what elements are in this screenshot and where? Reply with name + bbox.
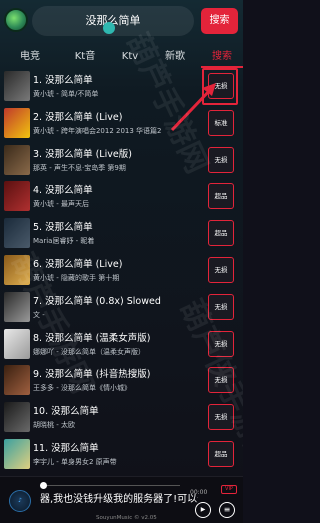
- quality-badge[interactable]: 无损: [208, 330, 234, 357]
- now-playing-marquee: 器,我也没钱升级我的服务器了!可以分享: [40, 494, 198, 505]
- quality-badge[interactable]: 无损: [208, 404, 234, 431]
- song-row[interactable]: 3. 没那么简单 (Live版) 那英 - 声生不息·宝岛季 第9期 无损: [0, 142, 243, 179]
- song-artist-album: 娜娜吖 - 没那么简单（温柔女声版）: [33, 347, 145, 356]
- song-title: 3. 没那么简单 (Live版): [33, 148, 132, 160]
- quality-badge[interactable]: 超品: [208, 183, 234, 210]
- quality-badge[interactable]: 超品: [208, 220, 234, 247]
- app-version: SouyunMusic © v2.05: [96, 515, 157, 521]
- album-cover: [4, 107, 30, 138]
- music-app: 搜索 电竞 Kt音 Ktv 新歌 搜索 1. 没那么简单 黄小琥 - 简单/不简…: [0, 0, 243, 523]
- tab-search[interactable]: 搜索: [201, 46, 243, 68]
- progress-handle[interactable]: [40, 482, 47, 489]
- song-title: 9. 没那么简单 (抖音热搜版): [33, 369, 151, 381]
- menu-icon[interactable]: ≡: [219, 502, 235, 518]
- app-logo-icon[interactable]: [4, 8, 28, 32]
- song-artist-album: 黄小琥 - 隐藏的歌手 第十期: [33, 273, 120, 282]
- album-cover: [4, 254, 30, 285]
- album-cover: [4, 291, 30, 322]
- playback-time: 00:00: [190, 489, 208, 496]
- search-cursor-handle: [103, 22, 115, 34]
- album-cover: [4, 71, 30, 101]
- album-cover: [4, 438, 30, 469]
- song-row[interactable]: 8. 没那么简单 (温柔女声版) 娜娜吖 - 没那么简单（温柔女声版） 无损: [0, 326, 243, 363]
- album-cover: [4, 144, 30, 175]
- search-button[interactable]: 搜索: [201, 8, 238, 34]
- song-row[interactable]: 4. 没那么简单 黄小琥 - 最声天后 超品: [0, 178, 243, 215]
- song-title: 4. 没那么简单: [33, 185, 93, 197]
- song-row[interactable]: 10. 没那么简单 胡晓桃 - 太欧 无损: [0, 399, 243, 436]
- tab-new-songs[interactable]: 新歌: [150, 46, 200, 68]
- song-title: 8. 没那么简单 (温柔女声版): [33, 332, 151, 344]
- song-row[interactable]: 5. 没那么简单 Maria居睿妤 - 昵着 超品: [0, 215, 243, 252]
- song-title: 6. 没那么简单 (Live): [33, 258, 123, 270]
- progress-bar[interactable]: [40, 485, 180, 486]
- song-row[interactable]: 9. 没那么简单 (抖音热搜版) 王多多 - 没那么简单《情小城》 无损: [0, 362, 243, 399]
- album-cover: [4, 365, 30, 396]
- album-cover: [4, 402, 30, 433]
- album-cover: [4, 181, 30, 212]
- song-artist-album: 王多多 - 没那么简单《情小城》: [33, 384, 131, 393]
- header: 搜索: [0, 0, 243, 40]
- song-artist-album: Maria居睿妤 - 昵着: [33, 237, 95, 246]
- song-title: 10. 没那么简单: [33, 406, 99, 418]
- quality-badge[interactable]: 无损: [208, 256, 234, 283]
- tab-music[interactable]: Kt音: [60, 46, 110, 68]
- quality-badge[interactable]: 无损: [208, 367, 234, 394]
- quality-badge[interactable]: 超品: [208, 440, 234, 467]
- mini-player: ♪ 器,我也没钱升级我的服务器了!可以分享 00:00 VIP ▶ ≡ Souy…: [0, 476, 243, 523]
- song-row[interactable]: 7. 没那么简单 (0.8x) Slowed 文 - 无损: [0, 289, 243, 326]
- song-title: 7. 没那么简单 (0.8x) Slowed: [33, 295, 161, 307]
- song-artist-album: 李宇儿 - 单身男女2 原声带: [33, 457, 117, 466]
- tab-esports[interactable]: 电竞: [0, 46, 60, 68]
- song-artist-album: 那英 - 声生不息·宝岛季 第9期: [33, 163, 126, 172]
- song-row[interactable]: 6. 没那么简单 (Live) 黄小琥 - 隐藏的歌手 第十期 无损: [0, 252, 243, 289]
- tab-ktv[interactable]: Ktv: [110, 46, 150, 68]
- quality-badge[interactable]: 无损: [208, 293, 234, 320]
- album-cover: [4, 328, 30, 359]
- song-title: 5. 没那么简单: [33, 222, 93, 234]
- category-tabs: 电竞 Kt音 Ktv 新歌 搜索: [0, 46, 243, 68]
- quality-badge[interactable]: 无损: [208, 146, 234, 173]
- song-row[interactable]: 11. 没那么简单 李宇儿 - 单身男女2 原声带 超品: [0, 436, 243, 473]
- song-artist-album: 黄小琥 - 最声天后: [33, 200, 89, 209]
- annotation-arrow-icon: [170, 83, 216, 132]
- vip-badge[interactable]: VIP: [221, 485, 237, 494]
- album-cover: [4, 218, 30, 249]
- song-title: 11. 没那么简单: [33, 442, 99, 454]
- song-artist-album: 胡晓桃 - 太欧: [33, 421, 75, 430]
- play-icon[interactable]: ▶: [195, 502, 211, 518]
- song-artist-album: 文 -: [33, 310, 45, 319]
- now-playing-disc-icon[interactable]: ♪: [9, 490, 31, 512]
